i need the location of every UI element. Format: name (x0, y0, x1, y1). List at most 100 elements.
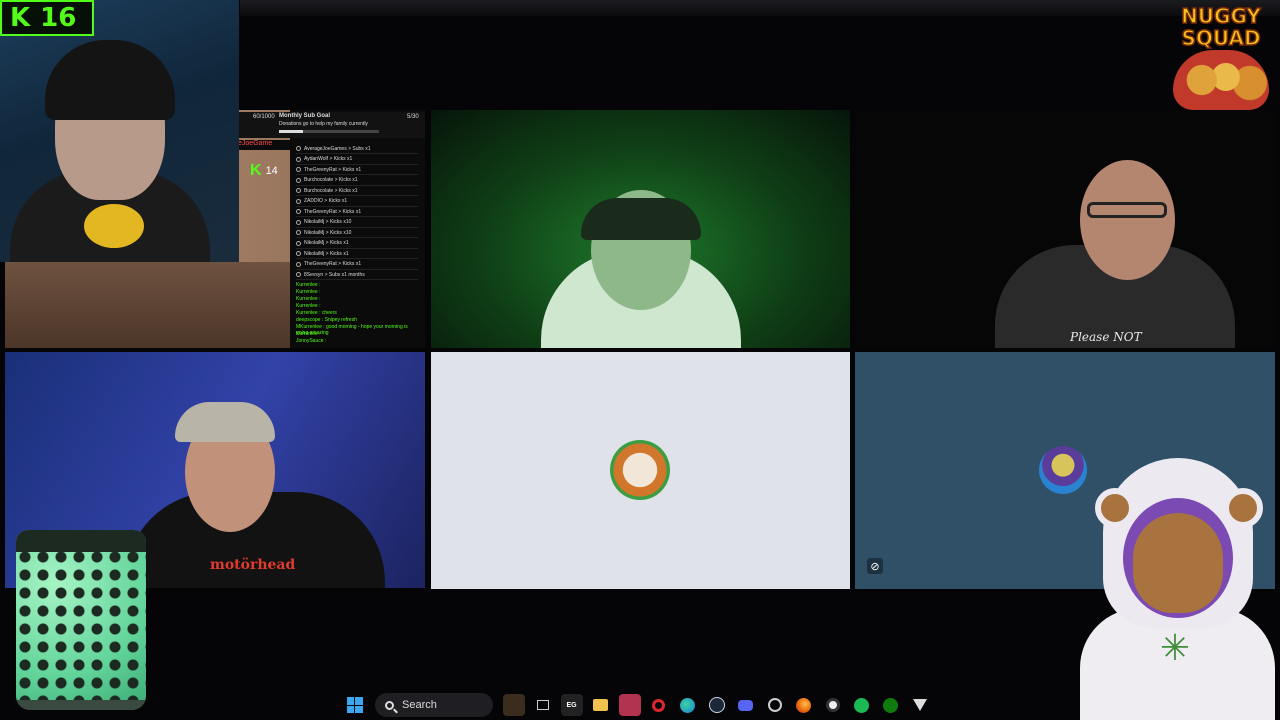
search-icon (385, 700, 394, 710)
opera-icon[interactable] (648, 694, 670, 716)
event-text: 8Sevsyn > Subs x1 months (304, 271, 365, 278)
event-row: NikolaiMj > Kicks x10 (296, 228, 418, 238)
event-row: TheGreenyRat > Kicks x1 (296, 165, 418, 175)
chat-message: Kurrenlee : (296, 296, 321, 302)
event-row: AydanWolf > Kicks x1 (296, 155, 418, 165)
participant-tile-5[interactable] (431, 352, 850, 589)
event-icon (296, 261, 301, 267)
vpn-icon[interactable] (909, 694, 931, 716)
logo-line-1: NUGGY (1180, 3, 1261, 29)
event-row: Burchocolate > Kicks x1 (296, 186, 418, 196)
spotify-icon[interactable] (851, 694, 873, 716)
glasses (1087, 202, 1167, 218)
chat-message: Kurrenlee : (296, 331, 321, 337)
event-icon (296, 209, 301, 214)
beanie (45, 40, 175, 120)
file-explorer-icon[interactable] (590, 694, 612, 716)
participant-name-partial: eJoeGame (238, 140, 290, 150)
event-row: NikolaiMj > Kicks x1 (296, 239, 418, 249)
shirt-text: Please NOT (1070, 330, 1142, 344)
event-icon (296, 198, 301, 204)
event-text: Burchocolate > Kicks x1 (304, 177, 358, 183)
widgets-icon[interactable] (502, 694, 525, 716)
kick-viewer-badge: K 16 (0, 0, 94, 36)
xbox-icon[interactable] (880, 694, 902, 716)
logo-line-2: SQUAD (1181, 25, 1262, 51)
jar-base (16, 700, 146, 710)
sub-goal-title: Monthly Sub Goal (279, 113, 330, 119)
event-row: TheGreenyRat > Kicks x1 (296, 260, 418, 270)
stream-chat-overlay: AverageJoeGames > Subs x1 AydanWolf > Kic… (290, 110, 425, 348)
event-row: NikolaiMj > Kicks x10 (296, 218, 418, 228)
bear-mascot: ✳ (1075, 458, 1280, 720)
chat-message: Kurrenlee : (296, 303, 321, 309)
sub-goal-subtitle: Donations go to help my family currently (279, 121, 368, 127)
sub-goal-widget: 60/1000 Monthly Sub Goal Donations go to… (235, 112, 425, 138)
epic-games-icon[interactable]: EG (560, 694, 583, 716)
sub-goal-count: 60/1000 (253, 114, 275, 120)
event-row: AverageJoeGames > Subs x1 (296, 144, 418, 154)
streamer-webcam (0, 0, 239, 262)
search-label: Search (402, 699, 437, 711)
event-row: Burchocolate > Kicks x1 (296, 176, 418, 186)
chat-message: Kurrenlee : (296, 289, 321, 295)
participant-tile-2[interactable] (431, 110, 850, 348)
bear-ear (1095, 488, 1135, 528)
task-view-icon[interactable] (532, 694, 554, 716)
windows-start-icon[interactable] (344, 694, 366, 716)
event-icon (296, 156, 301, 162)
steam-icon[interactable] (706, 694, 728, 716)
chat-message: JonnySauce : (296, 338, 327, 344)
event-row: NikolaiMj > Kicks x1 (296, 249, 418, 259)
event-text: NikolaiMj > Kicks x10 (304, 229, 352, 236)
event-icon (296, 240, 301, 246)
event-text: NikolaiMj > Kicks x10 (304, 219, 352, 225)
leaf-icon: ✳ (1159, 627, 1191, 668)
cap (175, 402, 275, 442)
kick-viewer-count: 16 (40, 3, 77, 33)
chat-message: deepscope : Snipey refresh (296, 317, 357, 323)
event-icon (296, 146, 301, 151)
chrome-icon[interactable] (764, 694, 786, 716)
kick-logo-icon: K (10, 3, 31, 33)
nugget-characters (1173, 50, 1269, 110)
event-row: TheGreenyRat > Kicks x1 (296, 207, 418, 217)
discord-icon[interactable] (735, 694, 757, 716)
event-text: Burchocolate > Kicks x1 (304, 187, 358, 194)
bear-ear (1223, 488, 1263, 528)
event-row: 8Sevsyn > Subs x1 months (296, 270, 418, 280)
firefox-icon[interactable] (793, 694, 815, 716)
sub-goal-progress-fill (279, 130, 303, 133)
event-text: AverageJoeGames > Subs x1 (304, 145, 371, 152)
edge-icon[interactable] (677, 694, 699, 716)
event-text: ZADDIO > Kicks x1 (304, 198, 348, 204)
shirt-logo (80, 200, 148, 252)
taskbar: Search EG (340, 690, 940, 720)
jar-graphic (16, 530, 146, 710)
app-icon[interactable] (618, 694, 641, 716)
participant-tile-3[interactable]: Please NOT (855, 110, 1275, 348)
obs-icon[interactable] (822, 694, 844, 716)
chat-message: MKurrenlee : good morning - hope your mo… (296, 324, 408, 336)
kick-logo-icon: K (250, 162, 262, 179)
bandana (581, 198, 701, 240)
event-text: NikolaiMj > Kicks x1 (304, 240, 349, 246)
chat-message: Kurrenlee : (296, 282, 321, 288)
event-icon (296, 167, 301, 172)
event-icon (296, 177, 301, 183)
event-icon (296, 251, 301, 256)
person-face (1080, 160, 1175, 280)
event-text: AydanWolf > Kicks x1 (304, 156, 353, 162)
band-shirt-text: motörhead (210, 557, 296, 573)
event-text: NikolaiMj > Kicks x1 (304, 250, 349, 257)
taskbar-search[interactable]: Search (375, 693, 493, 717)
kick-viewer-count: 14 (265, 165, 278, 177)
event-icon (296, 272, 301, 277)
event-text: TheGreenyRat > Kicks x1 (304, 261, 362, 267)
event-icon (296, 188, 301, 193)
event-text: TheGreenyRat > Kicks x1 (304, 166, 362, 173)
bear-face (1133, 513, 1223, 613)
event-row: ZADDIO > Kicks x1 (296, 197, 418, 207)
kick-viewer-badge-small: K 14 (250, 160, 290, 182)
event-text: TheGreenyRat > Kicks x1 (304, 208, 362, 215)
